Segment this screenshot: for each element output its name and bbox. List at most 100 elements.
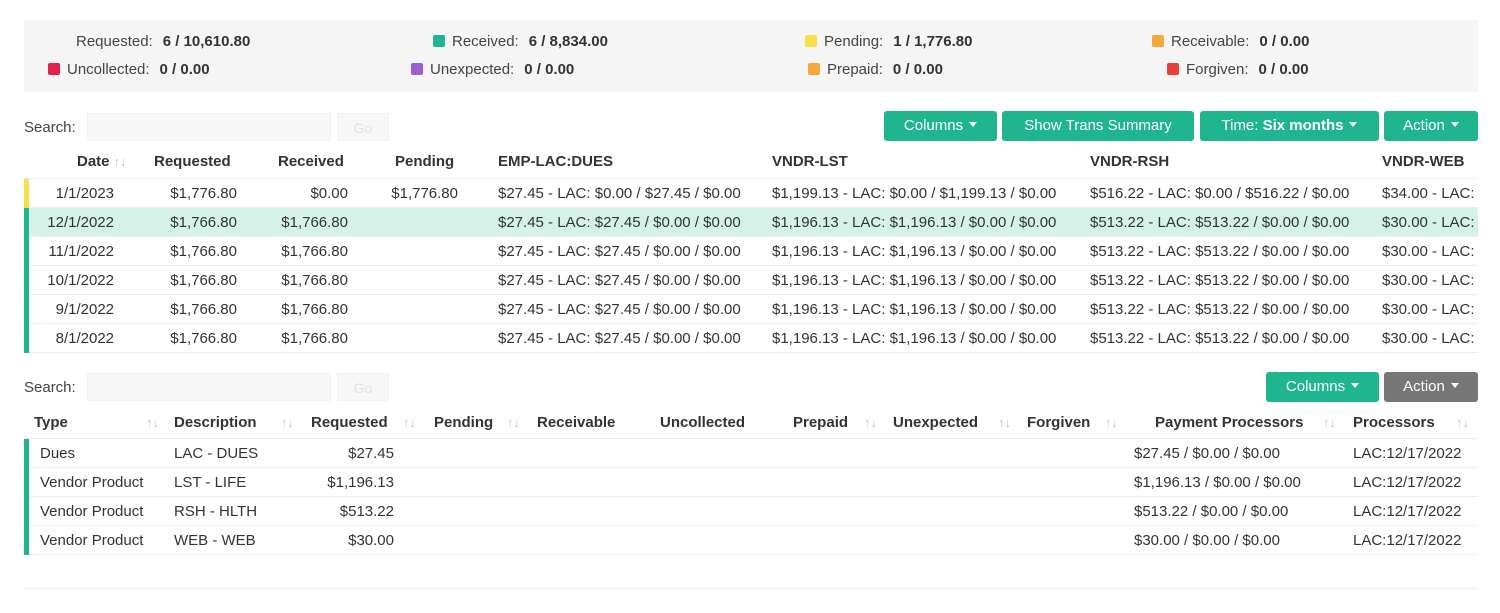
table-cell: $30.00 — [348, 532, 394, 549]
header-unexpected[interactable]: Unexpected — [893, 414, 978, 431]
sort-icon[interactable]: ↑↓ — [1323, 415, 1336, 430]
table-cell: LAC:12/17/2022 — [1353, 532, 1462, 549]
header-forgiven[interactable]: Forgiven — [1027, 414, 1090, 431]
sort-icon[interactable]: ↑↓ — [864, 415, 877, 430]
summary-label: Forgiven: — [1186, 61, 1249, 78]
search-input[interactable] — [87, 113, 331, 141]
header-pending[interactable]: Pending — [395, 153, 454, 170]
header-processors[interactable]: Processors — [1353, 414, 1435, 431]
header-requested[interactable]: Requested — [311, 414, 388, 431]
table-row[interactable]: 11/1/2022 $1,766.80 $1,766.80 $27.45 - LAC:… — [24, 237, 1478, 266]
summary-value: 0 / 0.00 — [524, 61, 575, 78]
table-cell: $1,776.80 — [170, 185, 237, 202]
sort-icon[interactable]: ↑↓ — [146, 415, 159, 430]
table-cell: $1,766.80 — [170, 301, 237, 318]
sort-icon[interactable]: ↑↓ — [1105, 415, 1118, 430]
table-cell: $27.45 - LAC: $27.45 / $0.00 / $0.00 — [498, 214, 741, 231]
table-cell: 12/1/2022 — [47, 214, 114, 231]
header-description[interactable]: Description — [174, 414, 257, 431]
table-cell: 11/1/2022 — [48, 243, 114, 260]
time-range-button[interactable]: Time: Six months — [1200, 111, 1379, 141]
summary-label: Requested: — [76, 33, 153, 50]
header-uncollected[interactable]: Uncollected — [660, 414, 745, 431]
sort-icon[interactable]: ↑↓ — [281, 415, 294, 430]
status-indicator — [24, 324, 29, 353]
caret-down-icon — [1450, 122, 1459, 127]
sort-icon[interactable]: ↑↓ — [114, 154, 127, 169]
summary-uncollected: Uncollected: 0 / 0.00 — [48, 60, 210, 80]
header-prepaid[interactable]: Prepaid — [793, 414, 848, 431]
search-input[interactable] — [87, 373, 331, 401]
show-trans-summary-label: Show Trans Summary — [1024, 117, 1172, 134]
go-button[interactable]: Go — [337, 373, 389, 401]
action-label: Action — [1403, 378, 1445, 395]
table-cell: $513.22 - LAC: $513.22 / $0.00 / $0.00 — [1090, 301, 1350, 318]
table-cell: $1,766.80 — [281, 214, 348, 231]
table-row[interactable]: Vendor Product RSH - HLTH $513.22 $513.22 /… — [24, 497, 1478, 526]
table-row[interactable]: Vendor Product LST - LIFE $1,196.13 $1,196.… — [24, 468, 1478, 497]
table-cell: $34.00 - LAC: — [1382, 185, 1475, 202]
action-button[interactable]: Action — [1384, 372, 1478, 402]
summary-panel: Requested: 6 / 10,610.80 Received: 6 / 8,8… — [24, 20, 1478, 92]
table-cell: $30.00 - LAC: — [1382, 243, 1475, 260]
status-indicator — [24, 295, 29, 324]
table-cell: $1,766.80 — [170, 243, 237, 260]
summary-label: Uncollected: — [67, 61, 150, 78]
table-cell: 1/1/2023 — [55, 185, 114, 202]
table-row[interactable]: 10/1/2022 $1,766.80 $1,766.80 $27.45 - LAC:… — [24, 266, 1478, 295]
summary-received: Received: 6 / 8,834.00 — [433, 32, 608, 52]
header-pending[interactable]: Pending — [434, 414, 493, 431]
go-button[interactable]: Go — [337, 113, 389, 141]
table-cell: $1,766.80 — [281, 301, 348, 318]
action-button[interactable]: Action — [1384, 111, 1478, 141]
columns-button[interactable]: Columns — [884, 111, 997, 141]
header-vndr-web[interactable]: VNDR-WEB — [1382, 153, 1465, 170]
action-label: Action — [1403, 117, 1445, 134]
pending-legend-icon — [805, 35, 817, 47]
summary-value: 0 / 0.00 — [1258, 61, 1309, 78]
table-cell: $513.22 - LAC: $513.22 / $0.00 / $0.00 — [1090, 330, 1350, 347]
table-cell: Vendor Product — [40, 474, 144, 491]
table-cell: $30.00 - LAC: — [1382, 301, 1475, 318]
search-label: Search: — [24, 119, 76, 136]
table-row[interactable]: 8/1/2022 $1,766.80 $1,766.80 $27.45 - LAC: … — [24, 324, 1478, 353]
summary-label: Pending: — [824, 33, 884, 50]
table-row[interactable]: 12/1/2022 $1,766.80 $1,766.80 $27.45 - LAC:… — [24, 208, 1478, 237]
summary-prepaid: Prepaid: 0 / 0.00 — [808, 60, 943, 80]
header-vndr-rsh[interactable]: VNDR-RSH — [1090, 153, 1169, 170]
sort-icon[interactable]: ↑↓ — [998, 415, 1011, 430]
sort-icon[interactable]: ↑↓ — [1456, 415, 1469, 430]
table-cell: $1,196.13 - LAC: $1,196.13 / $0.00 / $0.… — [772, 243, 1057, 260]
table-row[interactable]: Dues LAC - DUES $27.45 $27.45 / $0.00 / $0.… — [24, 439, 1478, 468]
table-cell: $27.45 - LAC: $27.45 / $0.00 / $0.00 — [498, 330, 741, 347]
header-received[interactable]: Received — [278, 153, 344, 170]
table-row[interactable]: 1/1/2023 $1,776.80 $0.00 $1,776.80 $27.45 - … — [24, 179, 1478, 208]
header-vndr-lst[interactable]: VNDR-LST — [772, 153, 848, 170]
header-emp-lac-dues[interactable]: EMP-LAC:DUES — [498, 153, 613, 170]
show-trans-summary-button[interactable]: Show Trans Summary — [1002, 111, 1194, 141]
table-cell: $27.45 - LAC: $0.00 / $27.45 / $0.00 — [498, 185, 741, 202]
table-cell: $1,196.13 - LAC: $1,196.13 / $0.00 / $0.… — [772, 301, 1057, 318]
summary-label: Prepaid: — [827, 61, 883, 78]
header-receivable[interactable]: Receivable — [537, 414, 615, 431]
time-prefix: Time: — [1221, 117, 1259, 134]
sort-icon[interactable]: ↑↓ — [507, 415, 520, 430]
table-cell: LAC:12/17/2022 — [1353, 474, 1462, 491]
sort-icon[interactable]: ↑↓ — [403, 415, 416, 430]
forgiven-legend-icon — [1167, 63, 1179, 75]
table-row[interactable]: 9/1/2022 $1,766.80 $1,766.80 $27.45 - LAC: … — [24, 295, 1478, 324]
header-payment-processors[interactable]: Payment Processors — [1155, 414, 1303, 431]
columns-button[interactable]: Columns — [1266, 372, 1379, 402]
table-cell: Vendor Product — [40, 503, 144, 520]
table-cell: $1,776.80 — [391, 185, 458, 202]
table-cell: $513.22 — [339, 503, 394, 520]
header-date[interactable]: Date ↑↓ — [77, 153, 127, 170]
header-type[interactable]: Type — [34, 414, 68, 431]
header-requested[interactable]: Requested — [154, 153, 231, 170]
status-indicator — [24, 439, 29, 468]
table-cell: LAC:12/17/2022 — [1353, 445, 1462, 462]
table-cell: $0.00 — [310, 185, 348, 202]
unexpected-legend-icon — [411, 63, 423, 75]
table-row[interactable]: Vendor Product WEB - WEB $30.00 $30.00 / $0… — [24, 526, 1478, 555]
columns-label: Columns — [903, 117, 964, 134]
